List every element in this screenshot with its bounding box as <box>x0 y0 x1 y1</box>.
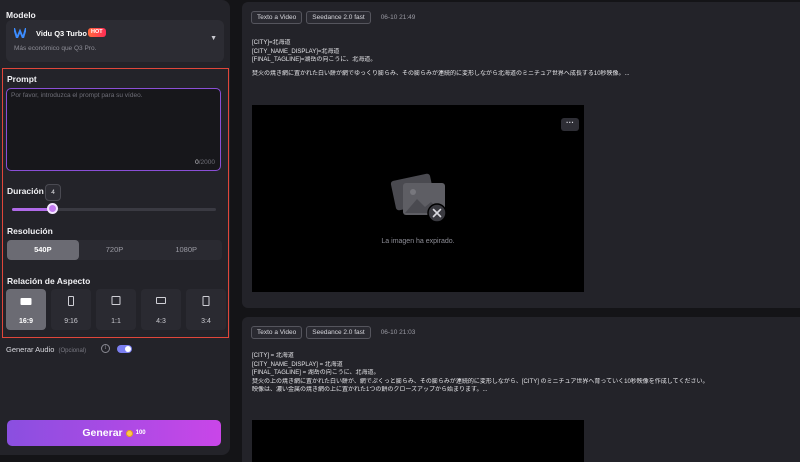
video-preview[interactable]: ··· La imagen ha expirado. <box>252 105 584 292</box>
prompt-line: [FINAL_TAGLINE] = 湖岳の向こうに、北海道。 <box>252 370 380 376</box>
model-tag: Seedance 2.0 fast <box>306 326 371 339</box>
resolution-label: Resolución <box>7 226 53 236</box>
timestamp: 06-10 21:03 <box>380 329 416 336</box>
prompt-line: 焚火の焼き網に置かれた白い餅が網でゆっくり膨らみ、その膨らみが連続的に変形しなが… <box>252 70 630 77</box>
card-tags: Texto a Video Seedance 2.0 fast 06-10 21… <box>251 326 415 339</box>
mode-tag: Texto a Video <box>251 11 303 24</box>
generate-cost: 100 <box>135 430 146 436</box>
resolution-selector: 540P 720P 1080P <box>7 240 222 260</box>
history-card: Texto a Video Seedance 2.0 fast 06-10 21… <box>242 2 800 308</box>
generation-panel: Modelo Vidu Q3 Turbo HOT Más económico q… <box>0 0 230 455</box>
aspect-option-label: 3:4 <box>201 318 211 325</box>
aspect-option-label: 1:1 <box>111 318 121 325</box>
portrait-ratio-icon <box>202 296 210 306</box>
square-ratio-icon <box>111 296 121 305</box>
chevron-down-icon[interactable]: ▼ <box>210 35 217 42</box>
timestamp: 06-10 21:49 <box>380 14 416 21</box>
vidu-logo-icon <box>14 28 26 38</box>
coin-icon <box>125 429 133 437</box>
generate-button[interactable]: Generar 100 <box>7 420 221 446</box>
generate-audio-text: Generar Audio <box>6 345 55 354</box>
hot-badge: HOT <box>88 28 106 37</box>
prompt-line: 焚火の上の焼き網に置かれた白い餅が、網でぷくっと膨らみ、その膨らみが連続的に変形… <box>252 378 709 385</box>
aspect-option-4-3[interactable]: 4:3 <box>141 289 181 330</box>
landscape-ratio-icon <box>20 298 32 305</box>
more-options-button[interactable]: ··· <box>561 118 579 131</box>
aspect-option-1-1[interactable]: 1:1 <box>96 289 136 330</box>
info-icon[interactable]: i <box>101 344 110 353</box>
aspect-option-16-9[interactable]: 16:9 <box>6 289 46 330</box>
aspect-option-9-16[interactable]: 9:16 <box>51 289 91 330</box>
aspect-option-label: 4:3 <box>156 318 166 325</box>
video-preview[interactable] <box>252 420 584 462</box>
model-description: Más económico que Q3 Pro. <box>14 45 97 52</box>
optional-hint: (Opcional) <box>58 348 87 354</box>
aspect-ratio-selector: 16:9 9:16 1:1 4:3 3:4 <box>6 289 226 330</box>
card-tags: Texto a Video Seedance 2.0 fast 06-10 21… <box>251 11 415 24</box>
mode-tag: Texto a Video <box>251 326 303 339</box>
generate-button-label: Generar <box>82 427 123 439</box>
prompt-line: [CITY_NAME_DISPLAY]=北海道 <box>252 48 340 55</box>
prompt-input[interactable] <box>11 92 216 152</box>
prompt-text[interactable]: [CITY] = 北海道 [CITY_NAME_DISPLAY] = 北海道 [… <box>252 352 782 395</box>
model-section-label: Modelo <box>6 10 36 20</box>
model-selector[interactable]: Vidu Q3 Turbo HOT Más económico que Q3 P… <box>6 20 224 62</box>
char-counter: 0/2000 <box>195 159 215 166</box>
audio-toggle[interactable] <box>117 345 132 353</box>
history-card: Texto a Video Seedance 2.0 fast 06-10 21… <box>242 317 800 462</box>
resolution-option-1080p[interactable]: 1080P <box>150 240 222 260</box>
model-name: Vidu Q3 Turbo <box>36 29 87 38</box>
aspect-ratio-label: Relación de Aspecto <box>7 276 91 286</box>
prompt-box: 0/2000 <box>6 88 221 171</box>
expired-message: La imagen ha expirado. <box>381 238 455 245</box>
aspect-option-label: 16:9 <box>18 318 33 325</box>
prompt-line: [CITY_NAME_DISPLAY] = 北海道 <box>252 361 343 368</box>
prompt-section-label: Prompt <box>7 74 37 84</box>
model-tag: Seedance 2.0 fast <box>306 11 371 24</box>
landscape-ratio-icon <box>156 297 166 304</box>
duration-value-tooltip: 4 <box>45 184 61 201</box>
prompt-line: [FINAL_TAGLINE]=湖岳の向こうに、北海道。 <box>252 57 377 63</box>
aspect-option-3-4[interactable]: 3:4 <box>186 289 226 330</box>
portrait-ratio-icon <box>68 296 74 306</box>
duration-slider-track[interactable] <box>12 208 216 211</box>
prompt-line: [CITY]=北海道 <box>252 40 291 46</box>
char-count-max: /2000 <box>198 159 215 166</box>
prompt-line: 映像は、濃い金属の焼き網の上に置かれた1つの餅のクローズアップから始まります。.… <box>252 387 488 393</box>
resolution-option-720p[interactable]: 720P <box>79 240 151 260</box>
prompt-line: [CITY] = 北海道 <box>252 353 294 359</box>
expired-image-icon <box>390 173 447 223</box>
prompt-text[interactable]: [CITY]=北海道 [CITY_NAME_DISPLAY]=北海道 [FINA… <box>252 39 782 78</box>
duration-label: Duración <box>7 186 44 196</box>
aspect-option-label: 9:16 <box>64 318 78 325</box>
generate-audio-label: Generar Audio (Opcional) <box>6 345 86 354</box>
resolution-option-540p[interactable]: 540P <box>7 240 79 260</box>
toggle-knob <box>125 346 131 352</box>
